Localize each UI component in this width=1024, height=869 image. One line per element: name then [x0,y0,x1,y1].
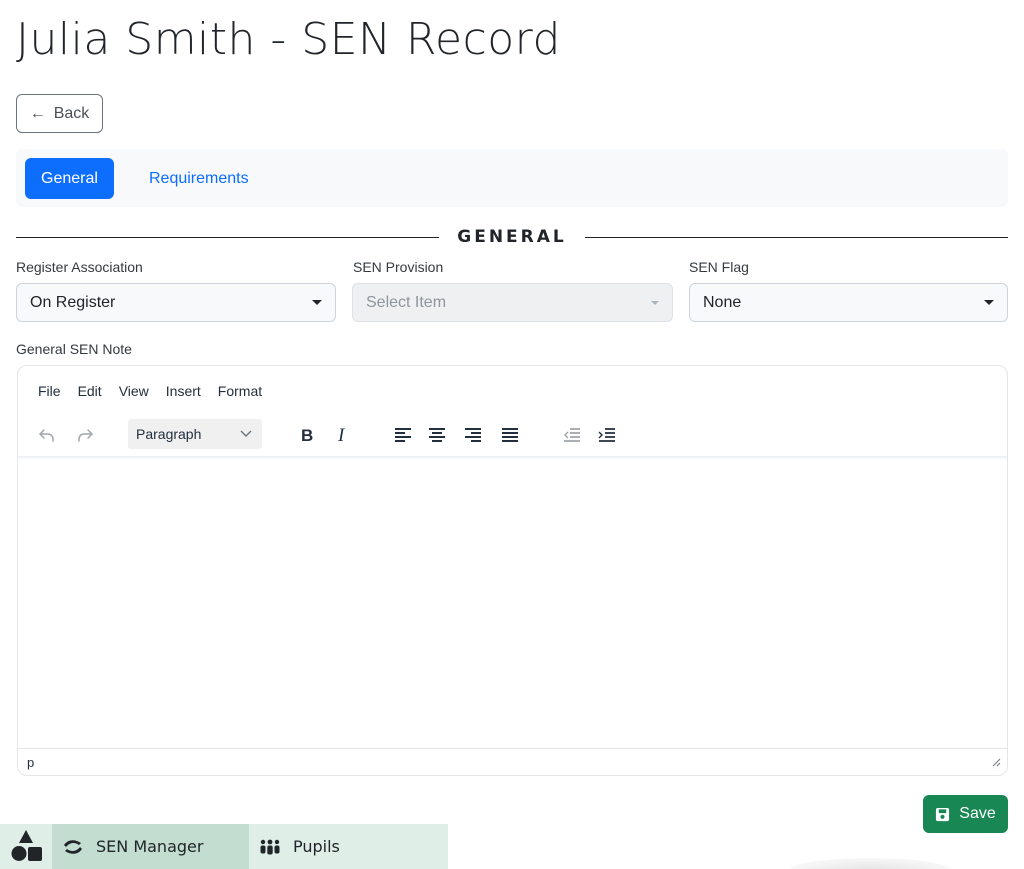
rich-text-editor: File Edit View Insert Format Paragraph B… [17,365,1008,776]
save-button[interactable]: Save [923,795,1008,833]
resize-handle-icon[interactable] [991,757,1001,767]
save-icon [936,807,950,821]
nav-sen-manager-label: SEN Manager [96,837,204,856]
menu-view[interactable]: View [119,383,149,399]
people-group-icon [260,839,280,854]
nav-pupils-label: Pupils [293,837,340,856]
caret-down-icon [651,300,659,305]
svg-text:B: B [301,426,313,445]
tab-bar: General Requirements [16,149,1008,207]
editor-statusbar: p [18,748,1007,775]
sen-provision-placeholder: Select Item [366,293,447,311]
hands-icon [64,839,82,854]
block-format-select[interactable]: Paragraph [128,419,262,449]
page-title: Julia Smith - SEN Record [16,14,561,65]
align-center-icon[interactable] [426,424,448,446]
sen-flag-select[interactable]: None [689,283,1008,322]
nav-sen-manager[interactable]: SEN Manager [52,824,249,869]
sen-provision-select[interactable]: Select Item [352,283,673,322]
italic-icon[interactable]: I [332,424,354,446]
section-divider: GENERAL [16,226,1008,248]
caret-down-icon [312,300,322,305]
chevron-down-icon [240,430,252,437]
register-association-value: On Register [30,293,116,311]
divider-line-left [16,236,440,238]
section-heading: GENERAL [457,227,567,247]
save-button-label: Save [959,805,996,822]
register-association-label: Register Association [16,259,143,275]
back-button[interactable]: ← Back [16,94,103,133]
outdent-icon[interactable] [561,424,583,446]
floating-shadow [790,858,950,869]
editor-menubar: File Edit View Insert Format [38,383,262,399]
register-association-select[interactable]: On Register [16,283,336,322]
nav-pupils[interactable]: Pupils [249,824,340,869]
editor-toolbar: Paragraph B I [18,416,1007,454]
bottom-nav: SEN Manager Pupils [0,824,448,869]
menu-edit[interactable]: Edit [78,383,102,399]
undo-icon[interactable] [36,424,58,446]
tab-requirements[interactable]: Requirements [133,158,265,199]
block-format-value: Paragraph [136,426,202,442]
align-left-icon[interactable] [392,424,414,446]
align-justify-icon[interactable] [499,424,521,446]
general-sen-note-label: General SEN Note [16,341,132,357]
align-right-icon[interactable] [462,424,484,446]
caret-down-icon [984,300,994,305]
svg-text:I: I [337,425,346,445]
menu-insert[interactable]: Insert [166,383,201,399]
shapes-logo-icon[interactable] [0,824,52,869]
sen-flag-value: None [703,293,742,311]
sen-flag-label: SEN Flag [689,259,749,275]
menu-format[interactable]: Format [218,383,262,399]
element-path[interactable]: p [27,755,34,770]
tab-general[interactable]: General [25,158,114,199]
sen-provision-label: SEN Provision [353,259,444,275]
editor-content-area[interactable] [18,459,1007,749]
indent-icon[interactable] [596,424,618,446]
divider-line-right [584,236,1008,238]
back-button-label: Back [53,104,90,122]
bold-icon[interactable]: B [296,424,318,446]
menu-file[interactable]: File [38,383,61,399]
redo-icon[interactable] [74,424,96,446]
arrow-left-icon: ← [29,104,46,122]
